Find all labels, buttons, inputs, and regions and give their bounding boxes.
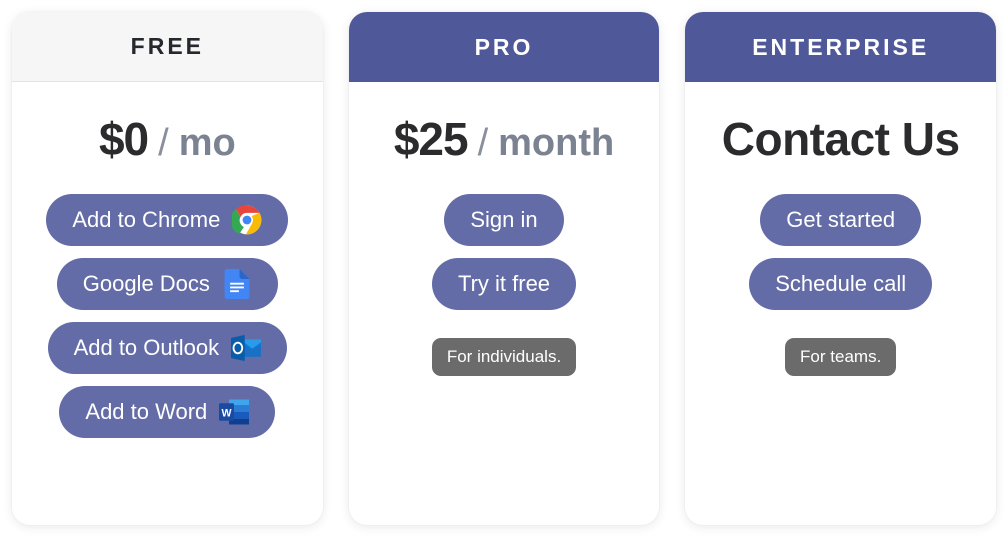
price-separator: /: [158, 122, 169, 164]
pricing-plans-grid: FREE $0/mo Add to Chrome Google Docs Add to …: [0, 0, 1008, 541]
sign-in-button[interactable]: Sign in: [444, 194, 564, 246]
add-to-outlook-button-label: Add to Outlook: [73, 335, 220, 360]
price-contact-label: Contact Us: [721, 113, 960, 165]
get-started-button-label: Get started: [786, 207, 896, 232]
plan-header-label: ENTERPRISE: [752, 33, 930, 60]
google-docs-button[interactable]: Google Docs: [56, 258, 278, 310]
add-to-chrome-button[interactable]: Add to Chrome: [46, 194, 289, 246]
schedule-call-button[interactable]: Schedule call: [749, 258, 933, 310]
plan-actions-free: Add to Chrome Google Docs Add to Outlook Ad…: [12, 194, 323, 438]
add-to-word-button-label: Add to Word: [85, 399, 208, 424]
price-amount: $0: [98, 113, 149, 165]
add-to-outlook-button[interactable]: Add to Outlook: [47, 322, 288, 374]
plan-actions-enterprise: Get started Schedule call: [685, 194, 996, 310]
add-to-word-button[interactable]: Add to Word W: [59, 386, 276, 438]
plan-card-free: FREE $0/mo Add to Chrome Google Docs Add to …: [12, 12, 323, 525]
plan-header-pro: PRO: [348, 12, 660, 82]
price-row: $25/month: [394, 112, 614, 166]
plan-header-label: PRO: [474, 33, 534, 60]
plan-actions-pro: Sign in Try it free: [349, 194, 660, 310]
add-to-chrome-button-label: Add to Chrome: [72, 207, 221, 232]
plan-card-enterprise: ENTERPRISE Contact Us Get started Schedule …: [685, 12, 997, 525]
price-row: Contact Us: [722, 112, 960, 166]
plan-body-pro: $25/month Sign in Try it free For individua…: [349, 82, 660, 525]
google-docs-icon: [222, 269, 252, 299]
try-it-free-button-label: Try it free: [457, 271, 551, 296]
get-started-button[interactable]: Get started: [760, 194, 922, 246]
plan-note-badge: For teams.: [785, 338, 897, 376]
outlook-icon: [231, 333, 262, 363]
plan-body-enterprise: Contact Us Get started Schedule call For te…: [685, 82, 996, 525]
plan-header-free: FREE: [12, 12, 323, 82]
chrome-icon: [232, 205, 262, 235]
price-period: mo: [178, 122, 236, 164]
plan-body-free: $0/mo Add to Chrome Google Docs Add to Outl…: [12, 82, 323, 525]
price-period: month: [498, 122, 615, 164]
sign-in-button-label: Sign in: [470, 207, 538, 232]
try-it-free-button[interactable]: Try it free: [431, 258, 577, 310]
price-amount: $25: [393, 113, 469, 165]
google-docs-button-label: Google Docs: [82, 271, 210, 296]
plan-card-pro: PRO $25/month Sign in Try it free For indivi…: [348, 12, 660, 525]
svg-text:W: W: [222, 407, 232, 419]
plan-header-label: FREE: [130, 33, 204, 59]
price-row: $0/mo: [99, 112, 236, 166]
plan-note-badge: For individuals.: [431, 338, 577, 376]
plan-header-enterprise: ENTERPRISE: [685, 12, 997, 82]
price-separator: /: [477, 122, 489, 164]
word-icon: W: [219, 397, 250, 427]
schedule-call-button-label: Schedule call: [775, 271, 907, 296]
